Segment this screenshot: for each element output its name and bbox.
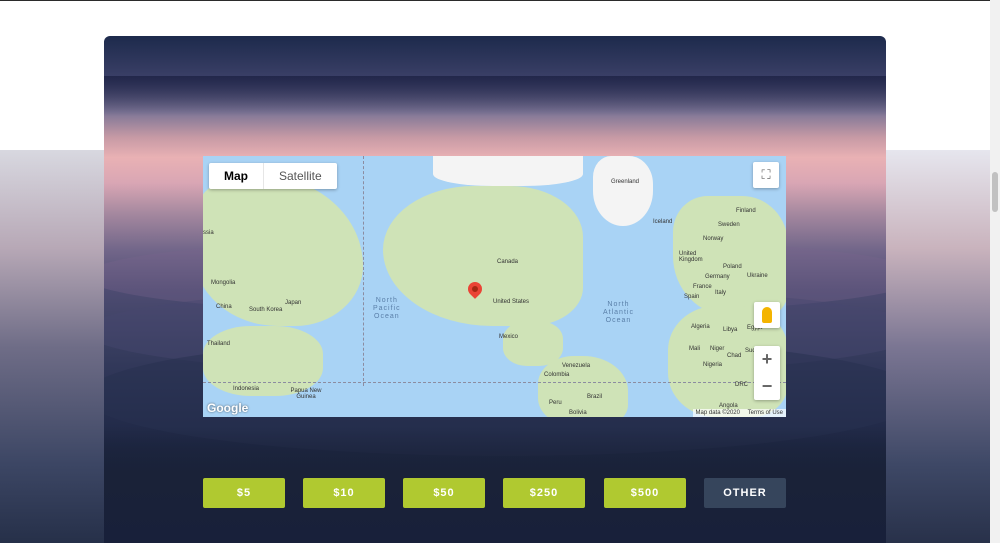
map-label: Papua New Guinea [290,388,322,400]
map-label: United Kingdom [679,251,703,263]
land-greenland [593,156,653,226]
google-logo[interactable]: Google [207,401,248,415]
map-label: ssia [203,230,214,236]
map-label: Poland [723,264,742,270]
map-label: Colombia [544,372,570,378]
background-right [886,150,990,543]
ocean-label: North Atlantic Ocean [603,301,634,324]
map-label: Nigeria [703,362,723,368]
map-label: Germany [705,274,730,280]
map-label: Canada [497,259,519,265]
map-label: Spain [684,294,700,300]
map-label: Iceland [653,219,673,225]
map-label: Mali [689,346,701,352]
pegman-icon[interactable] [754,302,780,328]
land-north-america [383,186,583,326]
zoom-in-button[interactable]: + [754,346,780,373]
amount-250-button[interactable]: $250 [503,478,585,508]
pegman-figure [762,307,772,323]
map-type-satellite-button[interactable]: Satellite [264,163,337,189]
map-label: Mexico [499,334,519,340]
map-label: Ukraine [747,273,768,279]
map-label: France [693,284,712,290]
land-arctic [433,156,583,186]
map-attribution: Map data ©2020 Terms of Use [692,409,786,417]
map[interactable]: Greenland Iceland Finland Sweden Norway … [203,156,786,417]
zoom-out-button[interactable]: − [754,373,780,400]
background-left [0,150,104,543]
map-label: Japan [285,300,302,306]
map-label: Niger [710,346,725,352]
page-scrollbar[interactable] [990,0,1000,543]
map-label: Sweden [718,222,740,228]
sky-band [104,76,886,116]
terms-of-use-link[interactable]: Terms of Use [748,410,783,416]
map-label: Italy [715,290,727,296]
date-line [363,156,364,386]
map-label: Algeria [691,324,710,330]
map-type-map-button[interactable]: Map [209,163,264,189]
map-label: Venezuela [562,363,591,369]
map-label: Norway [703,236,724,242]
amount-10-button[interactable]: $10 [303,478,385,508]
map-label: Chad [727,353,742,359]
map-label: Peru [549,400,562,406]
map-label: Finland [736,208,756,214]
map-type-control: Map Satellite [209,163,337,189]
map-label: Brazil [587,394,603,400]
amount-50-button[interactable]: $50 [403,478,485,508]
map-label: Bolivia [569,410,587,416]
zoom-control: + − [754,346,780,400]
map-label: Thailand [207,341,231,347]
map-label: Indonesia [233,386,260,392]
land-southeast-asia [203,326,323,396]
map-label: Libya [723,327,738,333]
ocean-label: North Pacific Ocean [373,297,401,320]
map-label: Mongolia [211,280,236,286]
amount-500-button[interactable]: $500 [604,478,686,508]
map-label: South Korea [249,307,283,313]
scrollbar-thumb[interactable] [992,172,998,212]
map-label: DRC [735,382,748,388]
amount-5-button[interactable]: $5 [203,478,285,508]
amount-other-button[interactable]: OTHER [704,478,786,508]
map-data-text: Map data ©2020 [695,410,740,416]
map-label: China [216,304,232,310]
top-border [0,0,990,1]
map-label: Greenland [611,179,640,185]
fullscreen-icon[interactable]: ⛶ [753,162,779,188]
equator-line [203,382,786,383]
map-label: United States [493,299,530,305]
